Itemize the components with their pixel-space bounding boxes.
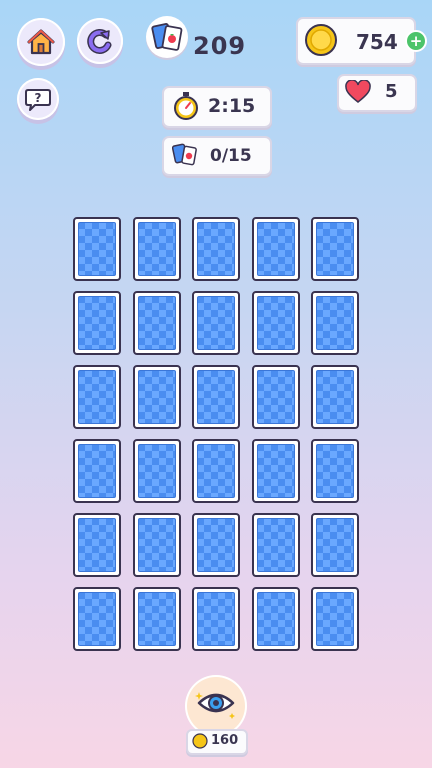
card-back[interactable]	[311, 513, 359, 577]
card-pattern	[197, 370, 235, 424]
score-value: 209	[193, 32, 247, 60]
help-label: ?	[35, 91, 42, 105]
card-pattern	[316, 444, 354, 498]
card-back[interactable]	[192, 217, 240, 281]
card-back[interactable]	[192, 291, 240, 355]
card-back[interactable]	[192, 439, 240, 503]
card-back[interactable]	[73, 291, 121, 355]
card-back[interactable]	[132, 217, 181, 281]
card-pattern	[256, 370, 295, 424]
pairs-value: 0/15	[210, 146, 252, 166]
restart-button[interactable]	[77, 18, 123, 64]
card-back[interactable]	[251, 291, 300, 355]
card-back[interactable]	[251, 587, 300, 651]
pairs-display: 0/15	[162, 136, 272, 176]
card-back[interactable]	[132, 365, 181, 429]
card-pattern	[197, 296, 235, 350]
card-pattern	[197, 518, 235, 572]
restart-icon	[87, 28, 112, 54]
home-icon	[27, 29, 55, 55]
card-pattern	[137, 592, 176, 646]
add-coins-label: +	[409, 32, 423, 50]
card-pattern	[197, 222, 235, 276]
card-pattern	[316, 518, 354, 572]
cards-icon	[146, 16, 188, 58]
card-back[interactable]	[311, 587, 359, 651]
eye-icon	[195, 692, 235, 719]
card-back[interactable]	[251, 439, 300, 503]
card-pattern	[197, 592, 235, 646]
timer-display: 2:15	[162, 86, 272, 128]
cards-icon-small	[172, 143, 197, 166]
card-pattern	[78, 444, 116, 498]
card-pattern	[78, 592, 116, 646]
card-pattern	[256, 592, 295, 646]
lives-display: 5	[337, 74, 417, 112]
card-pattern	[137, 222, 176, 276]
card-back[interactable]	[192, 587, 240, 651]
card-pattern	[256, 296, 295, 350]
booster-cost-value: 160	[211, 733, 239, 748]
lives-value: 5	[385, 81, 398, 102]
card-pattern	[316, 296, 354, 350]
card-back[interactable]	[73, 439, 121, 503]
card-back[interactable]	[311, 365, 359, 429]
card-pattern	[197, 444, 235, 498]
card-pattern	[316, 592, 354, 646]
card-back[interactable]	[251, 217, 300, 281]
card-pattern	[137, 444, 176, 498]
card-pattern	[78, 518, 116, 572]
card-back[interactable]	[192, 513, 240, 577]
card-pattern	[137, 296, 176, 350]
card-pattern	[78, 370, 116, 424]
coins-display: 754	[296, 17, 416, 65]
card-back[interactable]	[251, 365, 300, 429]
card-back[interactable]	[311, 291, 359, 355]
card-back[interactable]	[73, 587, 121, 651]
timer-value: 2:15	[208, 95, 256, 117]
card-back[interactable]	[73, 217, 121, 281]
card-back[interactable]	[311, 439, 359, 503]
card-pattern	[256, 222, 295, 276]
card-pattern	[256, 444, 295, 498]
card-back[interactable]	[251, 513, 300, 577]
card-back[interactable]	[73, 513, 121, 577]
card-pattern	[316, 370, 354, 424]
card-back[interactable]	[132, 291, 181, 355]
reveal-booster[interactable]	[185, 675, 247, 737]
card-pattern	[137, 370, 176, 424]
card-pattern	[78, 296, 116, 350]
booster-cost: 160	[186, 729, 248, 755]
score-display: 209	[146, 16, 256, 64]
card-pattern	[256, 518, 295, 572]
heart-icon	[345, 80, 371, 103]
help-button[interactable]: ?	[17, 78, 59, 120]
card-back[interactable]	[132, 513, 181, 577]
add-coins-button[interactable]: +	[405, 30, 427, 52]
card-pattern	[137, 518, 176, 572]
card-back[interactable]	[311, 217, 359, 281]
coin-icon-small	[192, 733, 208, 749]
stopwatch-icon	[174, 92, 198, 120]
card-back[interactable]	[132, 439, 181, 503]
card-back[interactable]	[132, 587, 181, 651]
card-back[interactable]	[192, 365, 240, 429]
card-pattern	[78, 222, 116, 276]
card-back[interactable]	[73, 365, 121, 429]
help-icon: ?	[25, 89, 51, 111]
coin-icon	[305, 24, 337, 56]
home-button[interactable]	[17, 18, 65, 66]
card-pattern	[316, 222, 354, 276]
coins-value: 754	[356, 30, 398, 54]
